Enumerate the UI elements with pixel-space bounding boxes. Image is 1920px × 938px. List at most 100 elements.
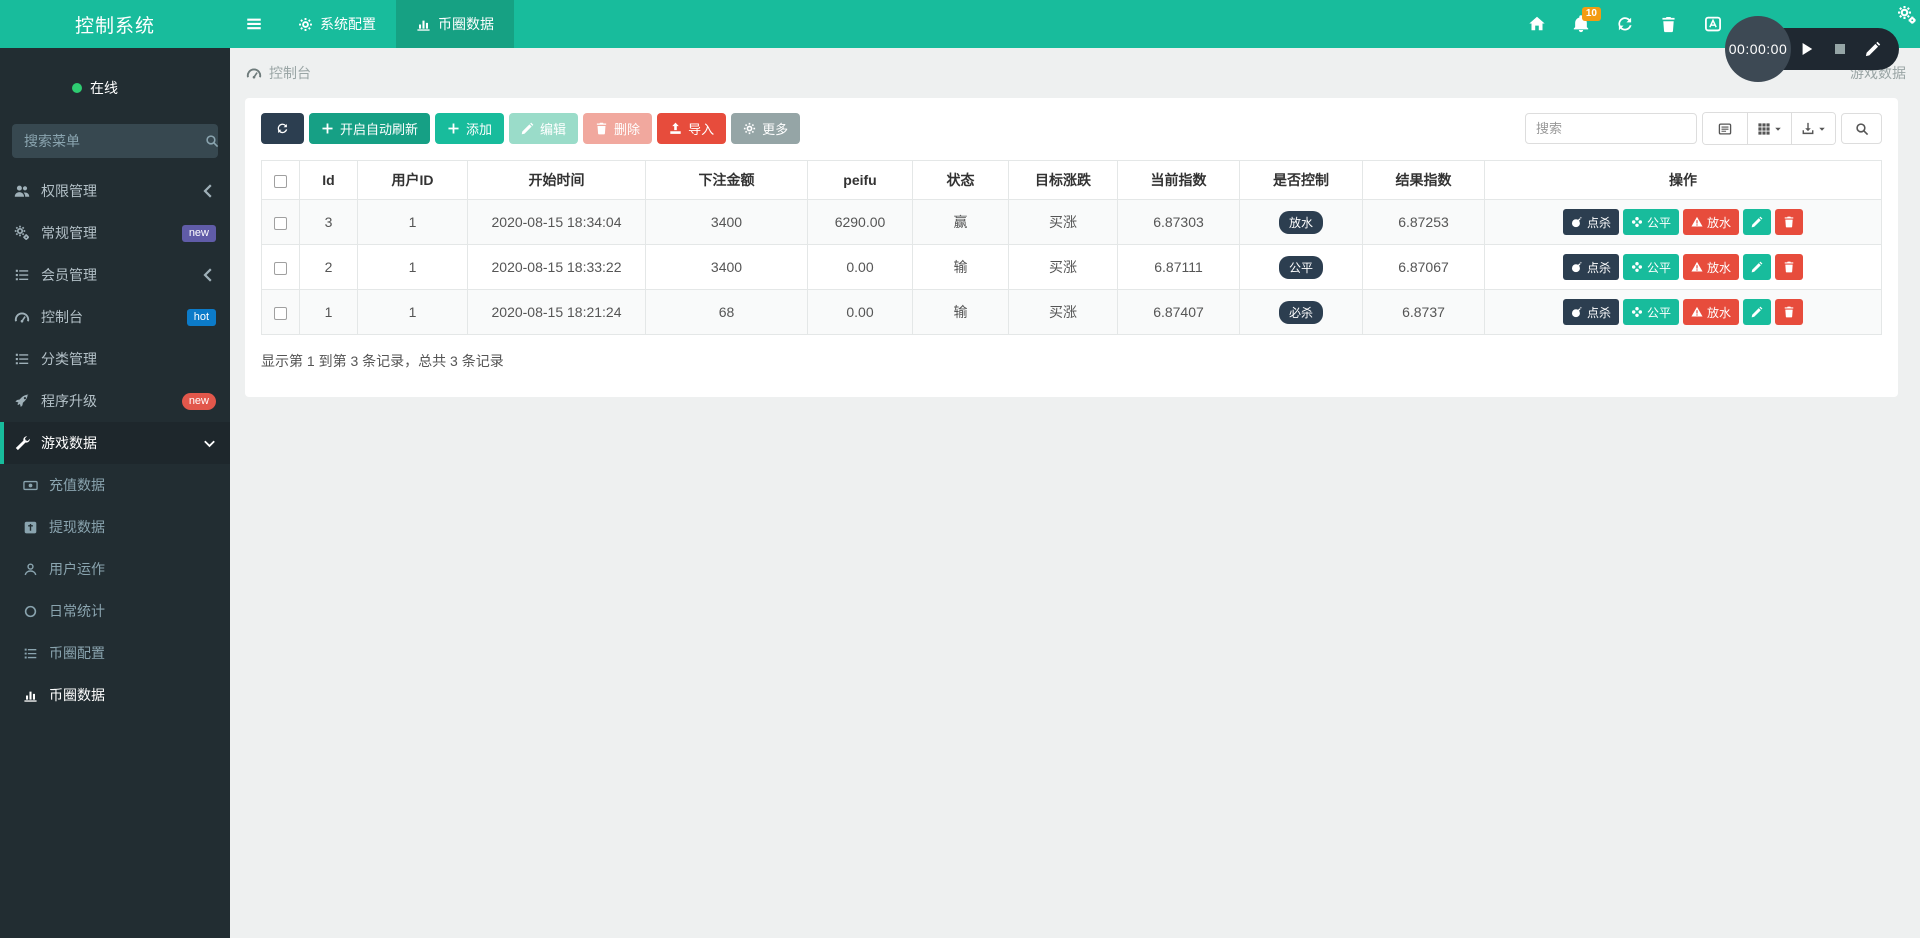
sidebar-subitem-withdraw-data[interactable]: 提现数据	[0, 506, 230, 548]
cell-user-id: 1	[358, 290, 468, 335]
language-button[interactable]	[1704, 15, 1722, 33]
fair-button[interactable]: 公平	[1623, 299, 1679, 325]
edit-row-button[interactable]	[1743, 254, 1771, 280]
sidebar-item-label: 游戏数据	[41, 433, 97, 453]
upload-icon	[669, 122, 682, 135]
user-icon	[23, 562, 38, 577]
tab-coin-data[interactable]: 币圈数据	[396, 0, 514, 48]
rocket-icon	[14, 393, 30, 409]
col-actions: 操作	[1485, 161, 1882, 200]
fair-label: 公平	[1647, 304, 1671, 321]
bomb-icon	[1571, 216, 1583, 228]
release-button[interactable]: 放水	[1683, 299, 1739, 325]
home-button[interactable]	[1528, 15, 1546, 33]
cell-user-id: 1	[358, 245, 468, 290]
sidebar-item-game-data[interactable]: 游戏数据	[0, 422, 230, 464]
refresh-button[interactable]	[1616, 15, 1634, 33]
release-button[interactable]: 放水	[1683, 209, 1739, 235]
auto-refresh-button[interactable]: 开启自动刷新	[309, 113, 430, 144]
row-checkbox[interactable]	[274, 217, 287, 230]
tab-label: 系统配置	[320, 14, 376, 34]
trash-icon	[1783, 261, 1795, 273]
cell-target: 买涨	[1009, 290, 1118, 335]
select-all-checkbox[interactable]	[274, 175, 287, 188]
hamburger-icon	[245, 15, 263, 33]
sidebar-item-members[interactable]: 会员管理	[0, 254, 230, 296]
fair-button[interactable]: 公平	[1623, 254, 1679, 280]
kill-button[interactable]: 点杀	[1563, 254, 1619, 280]
home-icon	[1528, 15, 1546, 33]
col-target: 目标涨跌	[1009, 161, 1118, 200]
auto-refresh-label: 开启自动刷新	[340, 119, 418, 138]
cell-target: 买涨	[1009, 200, 1118, 245]
edit-row-button[interactable]	[1743, 209, 1771, 235]
cell-current-index: 6.87303	[1118, 200, 1240, 245]
sidebar-search-input[interactable]	[24, 133, 205, 149]
sidebar-subitem-user-operation[interactable]: 用户运作	[0, 548, 230, 590]
sidebar-toggle-button[interactable]	[230, 0, 278, 48]
plus-icon	[321, 122, 334, 135]
delete-row-button[interactable]	[1775, 299, 1803, 325]
toolbar-buttons: 开启自动刷新 添加 编辑 删除 导入 更多	[261, 113, 800, 144]
edit-record-button[interactable]	[1865, 41, 1881, 57]
sidebar-subitem-label: 充值数据	[49, 475, 105, 495]
settings-button[interactable]	[1897, 5, 1917, 25]
control-badge: 必杀	[1279, 301, 1323, 324]
cell-peifu: 6290.00	[808, 200, 913, 245]
pencil-icon	[1751, 306, 1763, 318]
sidebar-item-console[interactable]: 控制台 hot	[0, 296, 230, 338]
clear-cache-button[interactable]	[1660, 15, 1678, 33]
list-icon	[14, 267, 30, 283]
release-button[interactable]: 放水	[1683, 254, 1739, 280]
tab-system-config[interactable]: 系统配置	[278, 0, 396, 48]
cell-target: 买涨	[1009, 245, 1118, 290]
dashboard-icon	[246, 65, 262, 81]
add-button[interactable]: 添加	[435, 113, 504, 144]
kill-button[interactable]: 点杀	[1563, 209, 1619, 235]
warning-icon	[1691, 261, 1703, 273]
col-control: 是否控制	[1240, 161, 1363, 200]
delete-button[interactable]: 删除	[583, 113, 652, 144]
notifications-button[interactable]: 10	[1572, 15, 1590, 33]
row-checkbox[interactable]	[274, 262, 287, 275]
sidebar-item-upgrade[interactable]: 程序升级 new	[0, 380, 230, 422]
list-icon	[14, 351, 30, 367]
fan-icon	[1631, 261, 1643, 273]
row-checkbox[interactable]	[274, 307, 287, 320]
cell-current-index: 6.87407	[1118, 290, 1240, 335]
list-icon	[23, 646, 38, 661]
sidebar-item-permissions[interactable]: 权限管理	[0, 170, 230, 212]
col-status: 状态	[913, 161, 1009, 200]
release-label: 放水	[1707, 259, 1731, 276]
search-button[interactable]	[1841, 113, 1882, 144]
export-button[interactable]	[1791, 113, 1835, 144]
fair-button[interactable]: 公平	[1623, 209, 1679, 235]
sidebar-item-categories[interactable]: 分类管理	[0, 338, 230, 380]
hot-badge: hot	[187, 309, 216, 326]
timer-display[interactable]: 00:00:00	[1725, 16, 1791, 82]
sidebar-item-general[interactable]: 常规管理 new	[0, 212, 230, 254]
sidebar-subitem-recharge-data[interactable]: 充值数据	[0, 464, 230, 506]
columns-button[interactable]	[1747, 113, 1791, 144]
stop-button[interactable]	[1832, 41, 1848, 57]
edit-label: 编辑	[540, 119, 566, 138]
delete-row-button[interactable]	[1775, 209, 1803, 235]
edit-button[interactable]: 编辑	[509, 113, 578, 144]
kill-button[interactable]: 点杀	[1563, 299, 1619, 325]
import-button[interactable]: 导入	[657, 113, 726, 144]
sidebar-subitem-daily-stats[interactable]: 日常统计	[0, 590, 230, 632]
pencil-icon	[1751, 261, 1763, 273]
refresh-table-button[interactable]	[261, 113, 304, 144]
app-logo: 控制系统	[0, 0, 230, 48]
table-search-input[interactable]	[1525, 113, 1697, 144]
sidebar-subitem-coin-config[interactable]: 币圈配置	[0, 632, 230, 674]
import-label: 导入	[688, 119, 714, 138]
play-button[interactable]	[1799, 41, 1815, 57]
cell-status: 赢	[913, 200, 1009, 245]
more-button[interactable]: 更多	[731, 113, 800, 144]
edit-row-button[interactable]	[1743, 299, 1771, 325]
sidebar-subitem-coin-data[interactable]: 币圈数据	[0, 674, 230, 716]
sidebar-item-label: 会员管理	[41, 265, 97, 285]
detail-view-button[interactable]	[1703, 113, 1747, 144]
delete-row-button[interactable]	[1775, 254, 1803, 280]
